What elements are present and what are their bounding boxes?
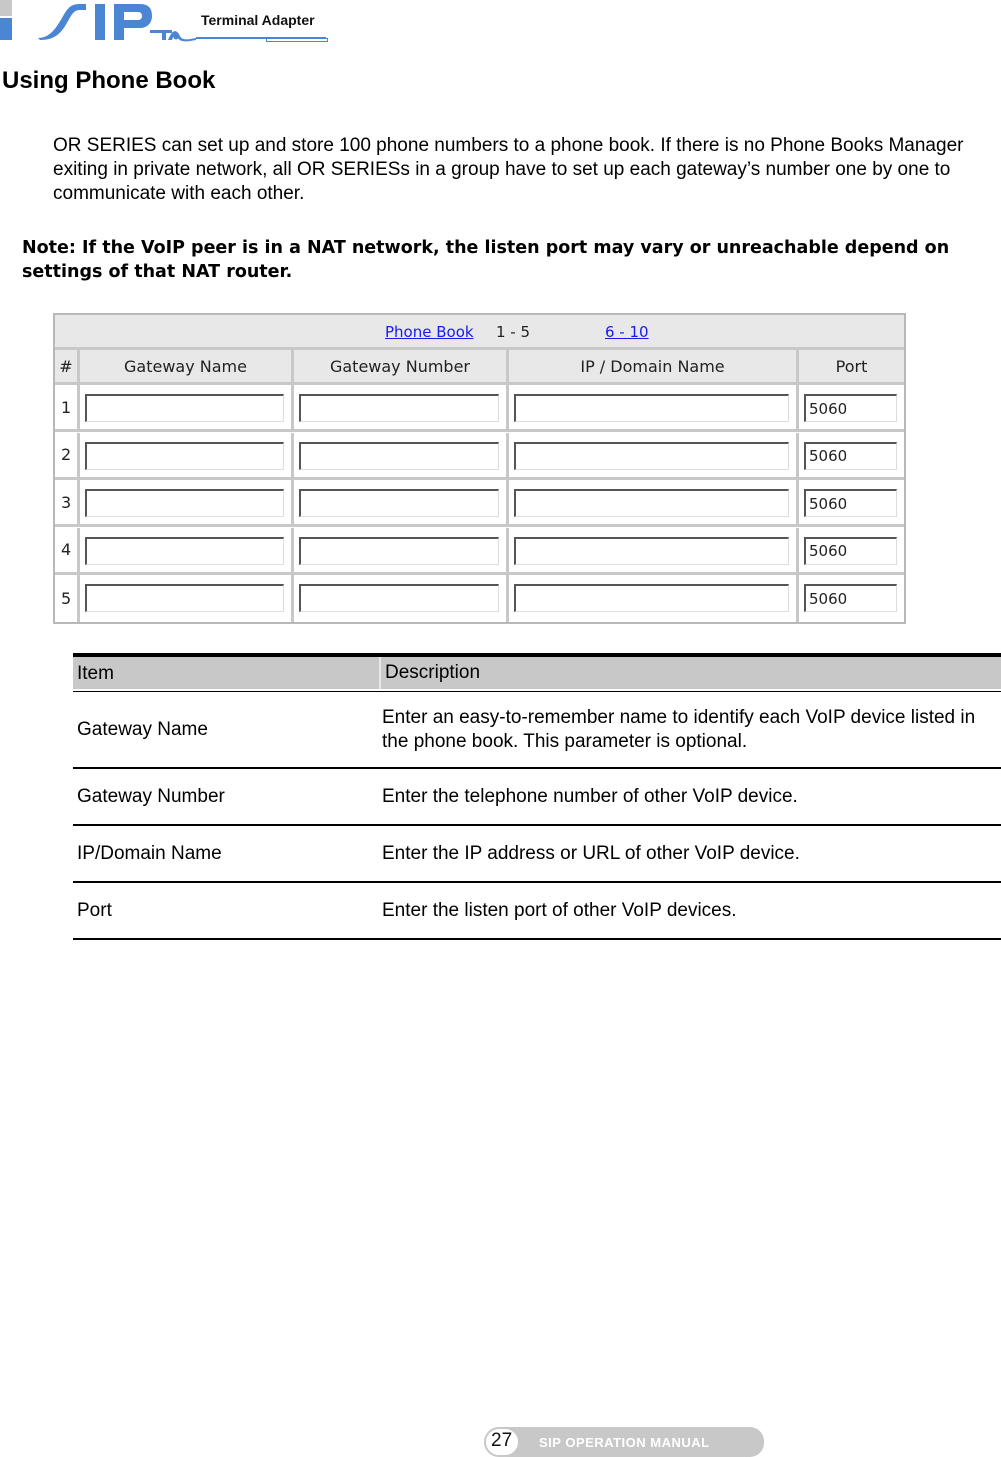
table-cell (80, 432, 294, 480)
phone-book-title-bar: Phone Book 1 - 5 6 - 10 (55, 315, 904, 350)
table-cell (509, 480, 799, 527)
table-row: Gateway Number Enter the telephone numbe… (73, 769, 1001, 826)
table-cell (294, 480, 509, 527)
row-number: 5 (55, 575, 80, 622)
table-cell (799, 385, 904, 432)
ip-domain-input[interactable] (514, 489, 789, 517)
table-cell (799, 480, 904, 527)
table-cell (509, 385, 799, 432)
table-cell (799, 528, 904, 575)
column-header-gateway-number: Gateway Number (294, 350, 509, 385)
next-range-link[interactable]: 6 - 10 (605, 323, 649, 341)
table-cell (509, 575, 799, 622)
row-description: Enter the listen port of other VoIP devi… (382, 900, 737, 921)
row-number: 1 (55, 385, 80, 432)
table-cell (80, 575, 294, 622)
ip-domain-input[interactable] (514, 536, 789, 565)
gateway-name-input[interactable] (85, 394, 284, 422)
row-number: 4 (55, 527, 80, 575)
table-cell (294, 575, 509, 622)
gateway-name-input[interactable] (85, 584, 284, 612)
table-cell (509, 432, 799, 480)
table-row: Gateway Name Enter an easy-to-remember n… (73, 692, 1001, 769)
table-cell (294, 527, 509, 575)
row-item: Port (77, 900, 112, 921)
column-header-ip-domain: IP / Domain Name (509, 350, 799, 385)
page-footer: 27 SIP OPERATION MANUAL (484, 1427, 764, 1457)
row-description: Enter the IP address or URL of other VoI… (382, 843, 800, 864)
column-header-port: Port (799, 350, 904, 385)
ip-domain-input[interactable] (514, 441, 789, 470)
logo-title: Terminal Adapter (201, 12, 315, 28)
gateway-number-input[interactable] (299, 584, 499, 612)
port-input[interactable] (804, 489, 897, 517)
table-cell (294, 432, 509, 480)
manual-title: SIP OPERATION MANUAL (539, 1435, 710, 1450)
column-header-gateway-name: Gateway Name (80, 350, 294, 385)
phone-book-link[interactable]: Phone Book (385, 323, 474, 341)
port-input[interactable] (804, 394, 897, 422)
row-number: 3 (55, 480, 80, 527)
port-input[interactable] (804, 536, 897, 565)
table-row: IP/Domain Name Enter the IP address or U… (73, 826, 1001, 883)
row-description: Enter an easy-to-remember name to identi… (382, 707, 976, 752)
description-table-header: Item Description (73, 653, 1001, 689)
header-item: Item (77, 663, 114, 684)
port-input[interactable] (804, 441, 897, 470)
gateway-number-input[interactable] (299, 441, 499, 470)
sip-logo-icon (0, 0, 196, 42)
sip-ta-logo: Terminal Adapter (0, 0, 340, 46)
row-item: Gateway Name (77, 719, 208, 740)
table-cell (509, 527, 799, 575)
gateway-number-input[interactable] (299, 489, 499, 517)
table-row: Port Enter the listen port of other VoIP… (73, 883, 1001, 940)
gateway-name-input[interactable] (85, 536, 284, 565)
row-item: IP/Domain Name (77, 843, 222, 864)
table-cell (799, 575, 904, 622)
nat-note: Note: If the VoIP peer is in a NAT netwo… (22, 238, 950, 282)
intro-paragraph: OR SERIES can set up and store 100 phone… (53, 135, 964, 204)
phone-book-panel: Phone Book 1 - 5 6 - 10 # Gateway Name G… (53, 313, 906, 624)
row-description: Enter the telephone number of other VoIP… (382, 786, 798, 807)
column-header-number: # (55, 350, 80, 385)
gateway-number-input[interactable] (299, 394, 499, 422)
table-cell (80, 385, 294, 432)
table-cell (799, 433, 904, 480)
page-number: 27 (491, 1430, 513, 1451)
section-title: Using Phone Book (2, 67, 216, 94)
row-number: 2 (55, 432, 80, 480)
gateway-number-input[interactable] (299, 536, 499, 565)
description-table: Item Description Gateway Name Enter an e… (73, 653, 1001, 940)
logo-underline-accent (266, 38, 328, 42)
header-description: Description (379, 657, 480, 689)
current-range: 1 - 5 (496, 323, 531, 341)
gateway-name-input[interactable] (85, 489, 284, 517)
gateway-name-input[interactable] (85, 441, 284, 470)
ip-domain-input[interactable] (514, 394, 789, 422)
ip-domain-input[interactable] (514, 584, 789, 612)
table-cell (294, 385, 509, 432)
table-cell (80, 480, 294, 527)
table-cell (80, 527, 294, 575)
row-item: Gateway Number (77, 786, 225, 807)
port-input[interactable] (804, 584, 897, 612)
